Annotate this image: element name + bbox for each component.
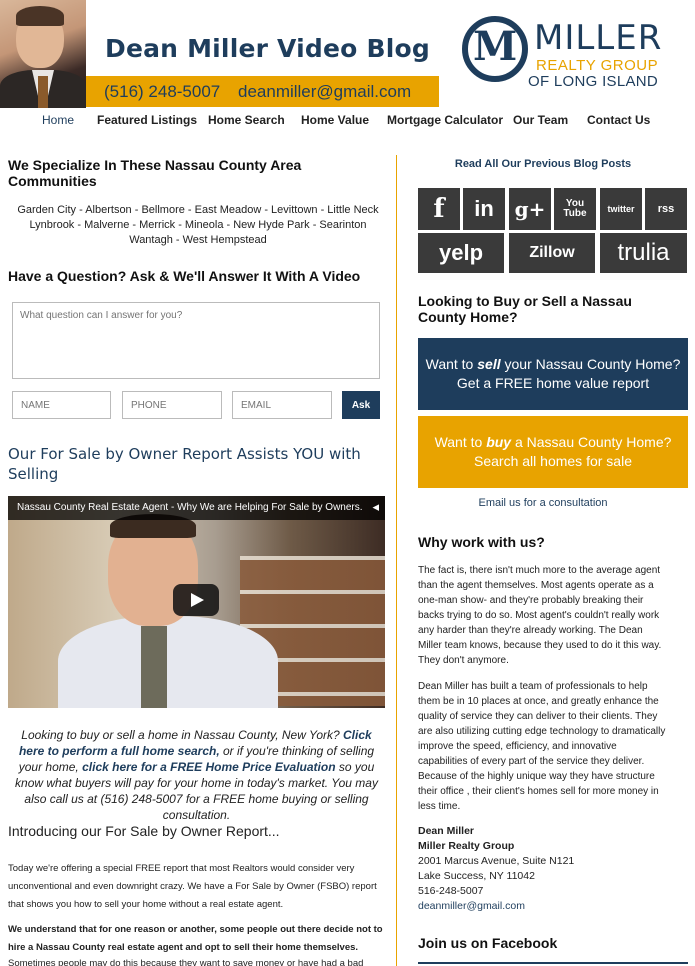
fsbo-heading: Our For Sale by Owner Report Assists YOU… [8,445,361,483]
communities-line[interactable]: Wantagh - West Hempstead [8,233,388,248]
intro-paragraph: Sometimes people may do this because the… [8,958,364,966]
communities-heading: We Specialize In These Nassau County Are… [8,157,302,189]
contact-phone: 516-248-5007 [418,885,484,897]
communities-line[interactable]: Lynbrook - Malverne - Merrick - Mineola … [8,218,388,233]
header-email[interactable]: deanmiller@gmail.com [238,82,411,102]
zillow-icon[interactable]: Zillow [509,233,595,273]
nav-home-value[interactable]: Home Value [301,113,369,127]
logo-subline-2: OF LONG ISLAND [528,73,659,90]
nav-home[interactable]: Home [42,113,74,127]
ask-button[interactable]: Ask [342,391,380,419]
intro-heading: Introducing our For Sale by Owner Report… [8,823,280,839]
yelp-icon[interactable]: yelp [418,233,504,273]
email-field[interactable] [232,391,332,419]
nav-featured-listings[interactable]: Featured Listings [97,113,197,127]
contact-block: Dean Miller Miller Realty Group 2001 Mar… [418,824,668,914]
contact-address: Lake Success, NY 11042 [418,870,535,882]
contact-email-link[interactable]: deanmiller@gmail.com [418,900,525,912]
intro-paragraph: Today we're offering a special FREE repo… [8,863,377,910]
buy-cta-subline: Search all homes for sale [474,453,632,469]
buy-cta-text: a Nassau County Home? [511,434,672,450]
sell-cta-text: your Nassau County Home? [500,356,681,372]
play-button-icon[interactable] [173,584,219,616]
blog-title[interactable]: Dean Miller Video Blog [105,34,430,63]
buy-home-button[interactable]: Want to buy a Nassau County Home? Search… [418,416,688,488]
sell-home-button[interactable]: Want to sell your Nassau County Home? Ge… [418,338,688,410]
home-evaluation-link[interactable]: click here for a FREE Home Price Evaluat… [82,760,335,774]
email-consultation-link[interactable]: Email us for a consultation [418,497,668,509]
read-all-posts-link[interactable]: Read All Our Previous Blog Posts [418,158,668,170]
nav-home-search[interactable]: Home Search [208,113,285,127]
contact-address: 2001 Marcus Avenue, Suite N121 [418,855,575,867]
promo-text-part: Looking to buy or sell a home in Nassau … [21,728,344,742]
video-player[interactable]: Nassau County Real Estate Agent - Why We… [8,496,385,708]
buy-sell-heading: Looking to Buy or Sell a Nassau County H… [418,293,632,325]
question-input[interactable] [12,302,380,379]
promo-text: Looking to buy or sell a home in Nassau … [8,727,385,823]
miller-logo-icon[interactable]: M [462,16,528,82]
column-divider [396,155,397,966]
buy-cta-emphasis: buy [486,434,512,450]
main-nav: Home Featured Listings Home Search Home … [0,108,695,134]
ask-heading: Have a Question? Ask & We'll Answer It W… [8,268,361,284]
why-paragraph: The fact is, there isn't much more to th… [418,565,662,666]
buy-cta-text: Want to [434,434,487,450]
communities-list: Garden City - Albertson - Bellmore - Eas… [8,203,388,248]
contact-name: Dean Miller [418,825,475,837]
why-heading: Why work with us? [418,534,545,550]
linkedin-icon[interactable]: in [463,188,505,230]
facebook-icon[interactable]: f [418,188,460,230]
header-phone: (516) 248-5007 [104,82,221,101]
twitter-icon[interactable]: twitter [600,188,642,230]
rss-icon[interactable]: rss [645,188,687,230]
contact-company: Miller Realty Group [418,840,515,852]
nav-our-team[interactable]: Our Team [513,113,568,127]
sell-cta-line: Want to sell your Nassau County Home? [418,355,688,374]
nav-contact-us[interactable]: Contact Us [587,113,650,127]
phone-field[interactable] [122,391,222,419]
sell-cta-emphasis: sell [477,356,501,372]
intro-paragraph-bold: We understand that for one reason or ano… [8,924,383,953]
communities-line[interactable]: Garden City - Albertson - Bellmore - Eas… [8,203,388,218]
youtube-icon[interactable]: You Tube [554,188,596,230]
site-header: Dean Miller Video Blog (516) 248-5007 de… [0,0,695,108]
nav-mortgage-calculator[interactable]: Mortgage Calculator [387,113,503,127]
name-field[interactable] [12,391,111,419]
logo-wordmark[interactable]: MILLER [534,18,662,58]
facebook-heading: Join us on Facebook [418,935,558,951]
share-icon[interactable]: ◂ [372,499,379,515]
buy-cta-line: Want to buy a Nassau County Home? [418,433,688,452]
why-paragraph: Dean Miller has built a team of professi… [418,681,666,812]
sell-cta-subline: Get a FREE home value report [456,375,650,391]
facebook-divider [418,962,688,964]
video-title[interactable]: Nassau County Real Estate Agent - Why We… [17,502,362,513]
trulia-icon[interactable]: trulia [600,233,687,273]
logo-subline: REALTY GROUP [536,57,659,74]
agent-photo [0,0,86,108]
google-plus-icon[interactable]: g+ [509,188,551,230]
sell-cta-text: Want to [425,356,478,372]
